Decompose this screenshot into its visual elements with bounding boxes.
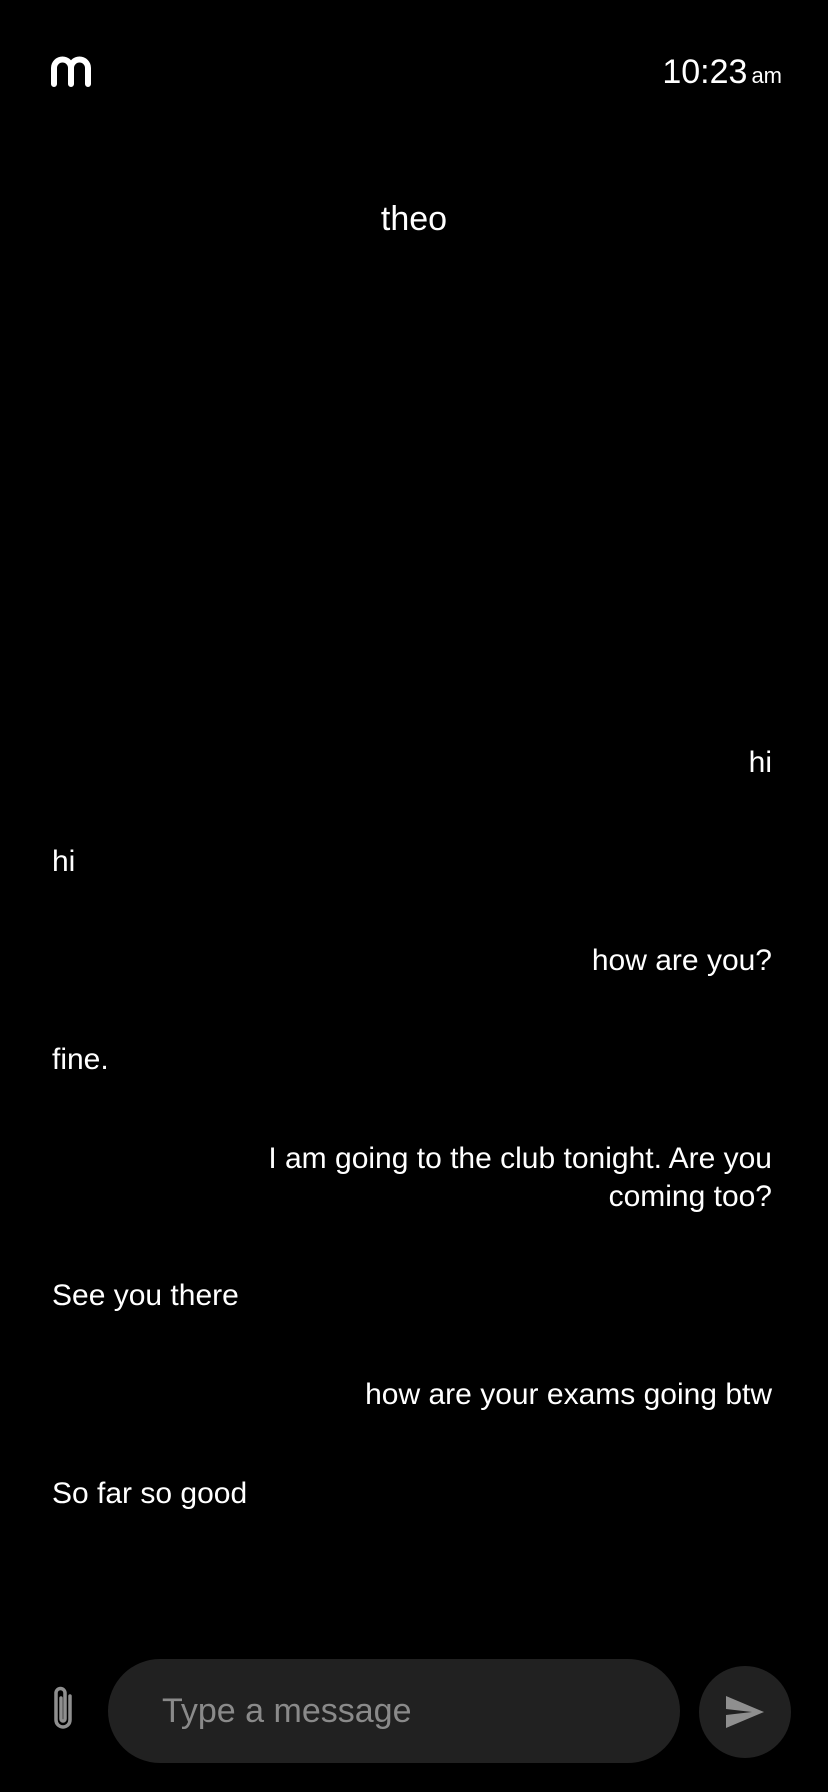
message-input[interactable] — [108, 1659, 680, 1763]
message-sent: how are your exams going btw — [365, 1378, 772, 1411]
clock-ampm: am — [751, 63, 782, 88]
clock-time: 10:23 — [662, 53, 748, 91]
message-received: So far so good — [52, 1477, 248, 1510]
message-received: fine. — [52, 1043, 109, 1076]
message-received: See you there — [52, 1279, 239, 1312]
message-sent: I am going to the club tonight. Are you … — [268, 1142, 772, 1213]
message-list: hi hi how are you? fine. I am going to t… — [52, 744, 772, 1574]
send-button[interactable] — [699, 1666, 791, 1758]
attach-button[interactable] — [40, 1680, 86, 1738]
send-icon — [726, 1696, 764, 1728]
contact-name[interactable]: theo — [0, 198, 828, 240]
paperclip-icon — [54, 1686, 72, 1729]
message-received: hi — [52, 845, 76, 878]
top-bar: 10:23 am — [0, 0, 828, 140]
m-logo-icon — [48, 52, 94, 88]
clock: 10:23 am — [662, 52, 782, 96]
message-sent: how are you? — [591, 944, 772, 977]
composer — [0, 1652, 828, 1763]
message-sent: hi — [748, 746, 772, 779]
